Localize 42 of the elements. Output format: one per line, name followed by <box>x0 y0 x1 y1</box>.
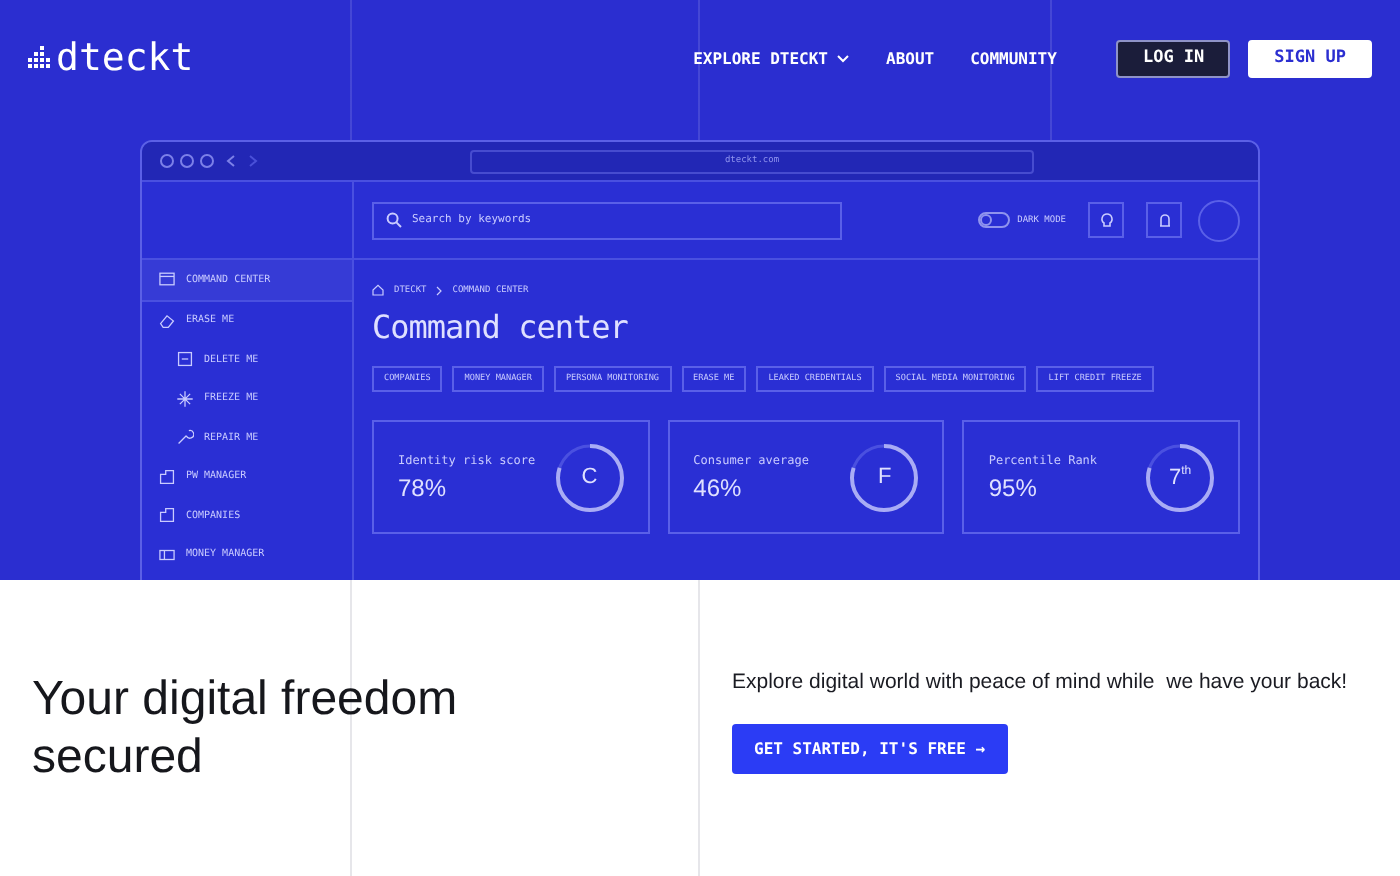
card-icon <box>158 545 176 564</box>
snowflake-icon <box>176 389 194 408</box>
signup-button[interactable]: SIGN UP <box>1248 39 1372 77</box>
hero-tagline: Explore digital world with peace of mind while we have your back! <box>732 670 1348 694</box>
dark-mode-toggle[interactable] <box>977 212 1010 228</box>
building-icon <box>158 506 176 525</box>
nav-link[interactable]: EXPLORE DTECKT <box>693 49 850 67</box>
window-icon <box>158 270 176 289</box>
window-controls-icon[interactable] <box>160 154 214 168</box>
progress-ring <box>850 443 919 511</box>
card-value: 46% <box>693 473 744 501</box>
page-title: Command center <box>372 308 630 346</box>
hero-headline: Your digital freedom secured <box>32 670 460 786</box>
forward-icon[interactable] <box>248 154 258 168</box>
nav-link[interactable]: ABOUT <box>886 49 935 67</box>
logo[interactable]: dteckt <box>28 36 194 80</box>
wrench-icon <box>176 428 194 447</box>
lightbulb-icon <box>1099 211 1113 229</box>
eraser-icon <box>158 311 176 330</box>
logo-bars-icon <box>28 42 50 74</box>
progress-ring <box>1146 443 1215 511</box>
nav-link[interactable]: COMMUNITY <box>970 49 1057 67</box>
bell-icon <box>1157 211 1171 229</box>
chevron-icon <box>436 285 443 295</box>
notification-button[interactable] <box>1146 202 1182 238</box>
lightbulb-button[interactable] <box>1088 202 1124 238</box>
avatar[interactable] <box>1198 199 1240 241</box>
grade-label: F <box>877 466 892 488</box>
progress-ring <box>555 443 624 511</box>
get-started-button[interactable]: GET STARTED, IT'S FREE → <box>732 724 1008 774</box>
card-value: 78% <box>398 473 449 501</box>
caret-icon <box>836 53 850 63</box>
search-icon <box>386 212 402 228</box>
login-button[interactable]: LOG IN <box>1116 39 1231 77</box>
grade-label: 7$^{th}$ <box>1168 465 1192 489</box>
logo-text: dteckt <box>56 36 194 80</box>
back-icon[interactable] <box>226 154 236 168</box>
grade-label: C <box>581 466 598 488</box>
card-value: 95% <box>988 473 1039 501</box>
minus-box-icon <box>176 350 194 369</box>
building-icon <box>158 467 176 486</box>
home-icon <box>372 284 384 296</box>
